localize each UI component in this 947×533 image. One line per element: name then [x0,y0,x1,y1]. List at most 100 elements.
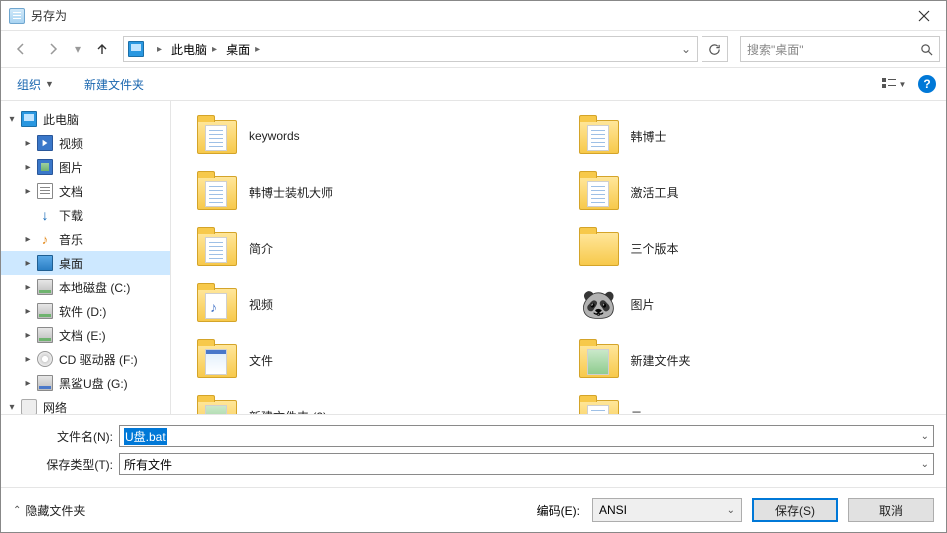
window-title: 另存为 [31,7,901,24]
tree-item[interactable]: ▸视频 [1,131,170,155]
folder-tree[interactable]: ▾此电脑▸视频▸图片▸文档↓下载▸♪音乐▸桌面▸本地磁盘 (C:)▸软件 (D:… [1,101,171,414]
hide-folders-button[interactable]: ⌃隐藏文件夹 [13,502,85,519]
tree-item[interactable]: ▸软件 (D:) [1,299,170,323]
doc-icon [37,183,53,199]
tree-item-label: 本地磁盘 (C:) [59,279,130,296]
crumb-sep: ▸ [150,37,169,61]
usb-icon [37,375,53,391]
drive-icon [37,279,53,295]
file-item[interactable]: 简介 [177,223,559,273]
encoding-select[interactable]: ANSI ⌄ [592,498,742,522]
file-item[interactable]: 新建文件夹 [559,335,941,385]
title-bar: 另存为 [1,1,946,31]
drive-icon [37,327,53,343]
file-item-label: 视频 [249,296,273,313]
pic-icon [37,159,53,175]
expander-icon[interactable]: ▸ [21,282,35,293]
expander-icon[interactable]: ▾ [5,114,19,125]
tree-item[interactable]: ▸ 桌面 [1,251,170,275]
cd-icon [37,351,53,367]
search-input[interactable]: 搜索"桌面" [740,36,940,62]
filetype-label: 保存类型(T): [13,456,113,473]
file-item[interactable]: 🐼图片 [559,279,941,329]
file-item[interactable]: 三个版本 [559,223,941,273]
back-button[interactable] [7,36,35,62]
refresh-button[interactable] [702,36,728,62]
filename-input[interactable]: U盘.bat ⌄ [119,425,934,447]
file-item[interactable]: keywords [177,111,559,161]
help-button[interactable]: ? [918,75,936,93]
tree-item[interactable]: ▾此电脑 [1,107,170,131]
folder-icon [197,172,237,212]
expander-icon[interactable]: ▸ [21,138,35,149]
tree-item[interactable]: ▸ 本地磁盘 (C:) [1,275,170,299]
file-item[interactable]: 韩博士装机大师 [177,167,559,217]
encoding-label: 编码(E): [537,502,580,519]
expander-icon[interactable]: ▸ [21,234,35,245]
forward-button[interactable] [39,36,67,62]
chevron-down-icon[interactable]: ⌄ [727,505,735,516]
pc-icon [128,41,144,57]
save-button[interactable]: 保存(S) [752,498,838,522]
cancel-button[interactable]: 取消 [848,498,934,522]
notepad-icon [9,8,25,24]
file-list[interactable]: keywords韩博士韩博士装机大师激活工具简介三个版本♪视频🐼图片文件新建文件… [171,101,946,414]
tree-item-label: 桌面 [59,255,83,272]
file-item[interactable]: 文件 [177,335,559,385]
expander-icon[interactable]: ▸ [21,258,35,269]
folder-icon: ♪ [197,284,237,324]
tree-item-label: 下载 [59,207,83,224]
filetype-select[interactable]: 所有文件 ⌄ [119,453,934,475]
file-item-label: 新建文件夹 (2) [249,408,327,415]
search-icon [920,43,933,56]
tree-item[interactable]: ▾ 网络 [1,395,170,414]
chevron-down-icon[interactable]: ⌄ [921,431,929,442]
filename-value: U盘.bat [124,428,167,445]
tree-item[interactable]: ▸♪音乐 [1,227,170,251]
tree-item-label: 黑鲨U盘 (G:) [59,375,128,392]
tree-item[interactable]: ▸ 文档 (E:) [1,323,170,347]
file-item[interactable]: 韩博士 [559,111,941,161]
folder-icon: 🐼 [579,284,619,324]
expander-icon[interactable]: ▸ [21,306,35,317]
tree-item-label: 网络 [43,399,67,415]
expander-icon[interactable]: ▸ [21,162,35,173]
expander-icon[interactable]: ▸ [21,330,35,341]
expander-icon[interactable]: ▸ [21,354,35,365]
tree-item-label: 图片 [59,159,83,176]
close-button[interactable] [901,1,946,31]
folder-icon [579,172,619,212]
file-item[interactable]: ♪ 视频 [177,279,559,329]
file-item[interactable]: 云 [559,391,941,414]
file-item[interactable]: 激活工具 [559,167,941,217]
file-item-label: 韩博士 [631,128,667,145]
file-item-label: 云 [631,408,643,415]
tree-item[interactable]: ↓下载 [1,203,170,227]
chevron-down-icon[interactable]: ⌄ [921,459,929,470]
new-folder-button[interactable]: 新建文件夹 [78,72,150,97]
footer: ⌃隐藏文件夹 编码(E): ANSI ⌄ 保存(S) 取消 [1,487,946,532]
crumb-desktop[interactable]: 桌面▸ [224,37,267,61]
crumb-this-pc[interactable]: 此电脑▸ [169,37,224,61]
desktop-icon [37,255,53,271]
address-bar[interactable]: ▸ 此电脑▸ 桌面▸ ⌄ [123,36,698,62]
expander-icon[interactable]: ▸ [21,378,35,389]
video-icon [37,135,53,151]
tree-item-label: 音乐 [59,231,83,248]
tree-item[interactable]: ▸ 黑鲨U盘 (G:) [1,371,170,395]
history-dropdown[interactable]: ▾ [71,42,85,56]
view-mode-button[interactable]: ▼ [880,73,908,95]
expander-icon[interactable]: ▸ [21,186,35,197]
organize-button[interactable]: 组织▼ [11,72,60,97]
tree-item-label: 文档 (E:) [59,327,106,344]
file-item[interactable]: 新建文件夹 (2) [177,391,559,414]
tree-item[interactable]: ▸ 图片 [1,155,170,179]
tree-item[interactable]: ▸CD 驱动器 (F:) [1,347,170,371]
tree-item[interactable]: ▸文档 [1,179,170,203]
filetype-value: 所有文件 [124,456,172,473]
address-dropdown[interactable]: ⌄ [677,42,695,56]
up-button[interactable] [89,36,115,62]
expander-icon[interactable]: ▾ [5,402,19,413]
dialog-body: ▾此电脑▸视频▸图片▸文档↓下载▸♪音乐▸桌面▸本地磁盘 (C:)▸软件 (D:… [1,101,946,414]
encoding-value: ANSI [599,503,627,517]
